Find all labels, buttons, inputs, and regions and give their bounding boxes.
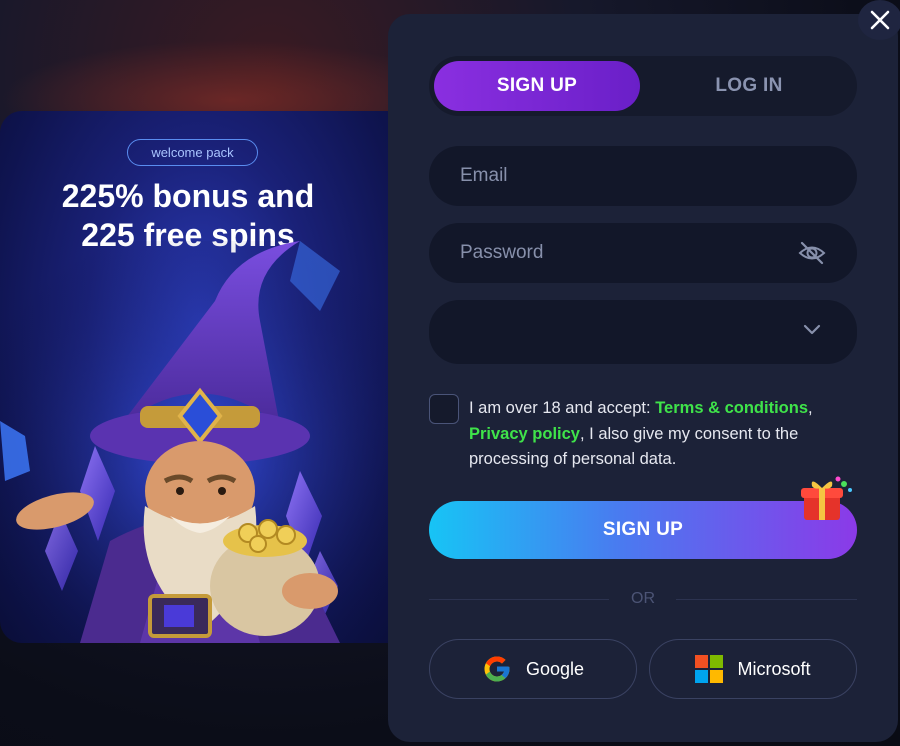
tab-sign-up[interactable]: SIGN UP <box>434 61 640 111</box>
google-logo-icon <box>484 656 510 682</box>
password-field-container <box>429 223 857 283</box>
divider-left <box>429 599 609 600</box>
google-login-button[interactable]: Google <box>429 639 637 699</box>
email-field[interactable] <box>429 165 769 187</box>
wizard-illustration <box>0 241 400 643</box>
currency-select[interactable] <box>429 300 857 364</box>
microsoft-label: Microsoft <box>737 658 811 679</box>
welcome-promo-card: welcome pack 225% bonus and 225 free spi… <box>0 111 400 643</box>
terms-prefix: I am over 18 and accept: <box>469 399 656 417</box>
welcome-pack-badge: welcome pack <box>127 139 258 166</box>
gift-icon <box>801 476 852 520</box>
chevron-down-icon <box>803 324 821 335</box>
password-field[interactable] <box>429 242 769 264</box>
privacy-policy-link[interactable]: Privacy policy <box>469 425 580 443</box>
terms-checkbox[interactable] <box>429 394 459 424</box>
microsoft-login-button[interactable]: Microsoft <box>649 639 857 699</box>
sign-up-button[interactable]: SIGN UP <box>429 501 857 559</box>
eye-slash-icon[interactable] <box>797 240 827 266</box>
google-label: Google <box>525 658 585 679</box>
tab-log-in[interactable]: LOG IN <box>646 61 852 111</box>
terms-comma: , <box>808 399 813 417</box>
close-button[interactable] <box>858 0 900 40</box>
close-icon <box>870 10 890 30</box>
terms-and-conditions-link[interactable]: Terms & conditions <box>655 399 808 417</box>
auth-tabs: SIGN UP LOG IN <box>429 56 857 116</box>
promo-title-line-1: 225% bonus and <box>61 178 315 214</box>
terms-text: I am over 18 and accept: Terms & conditi… <box>469 396 859 473</box>
microsoft-logo-icon <box>695 655 724 683</box>
email-field-container <box>429 146 857 206</box>
or-label: OR <box>631 590 655 607</box>
auth-modal <box>388 14 898 742</box>
divider-right <box>676 599 857 600</box>
